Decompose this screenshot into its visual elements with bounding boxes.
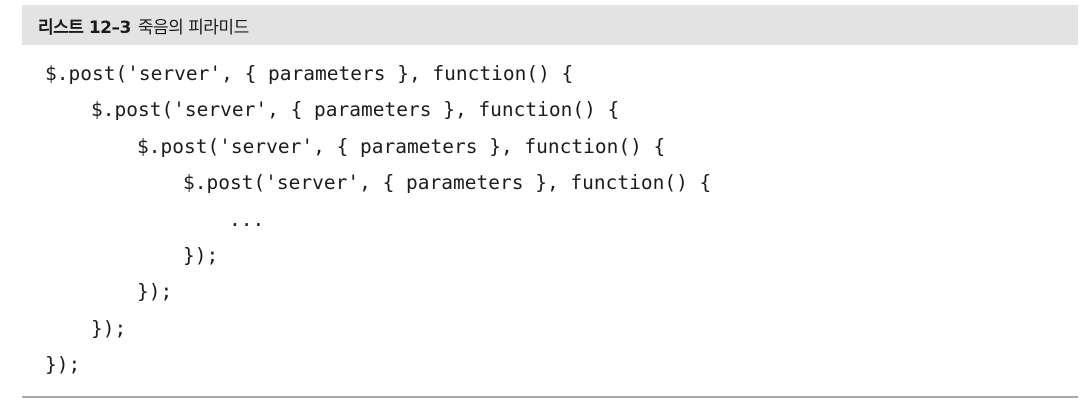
code-line: }); [183, 243, 219, 267]
code-line: $.post('server', { parameters }, functio… [183, 171, 712, 195]
code-line: }); [137, 280, 173, 304]
code-line: $.post('server', { parameters }, functio… [137, 134, 666, 158]
listing-number: 리스트 12–3 [38, 17, 131, 38]
code-line: ... [229, 207, 265, 231]
code-listing: 리스트 12–3 죽음의 피라미드 $.post('server', { par… [0, 0, 1086, 413]
code-line: $.post('server', { parameters }, functio… [45, 62, 574, 85]
code-block: $.post('server', { parameters }, functio… [45, 56, 711, 384]
listing-header: 리스트 12–3 죽음의 피라미드 [22, 5, 1078, 45]
code-line: $.post('server', { parameters }, functio… [91, 98, 620, 122]
code-line: }); [91, 316, 127, 340]
listing-title: 죽음의 피라미드 [137, 17, 249, 38]
bottom-divider [22, 396, 1078, 398]
code-line: }); [45, 353, 81, 377]
